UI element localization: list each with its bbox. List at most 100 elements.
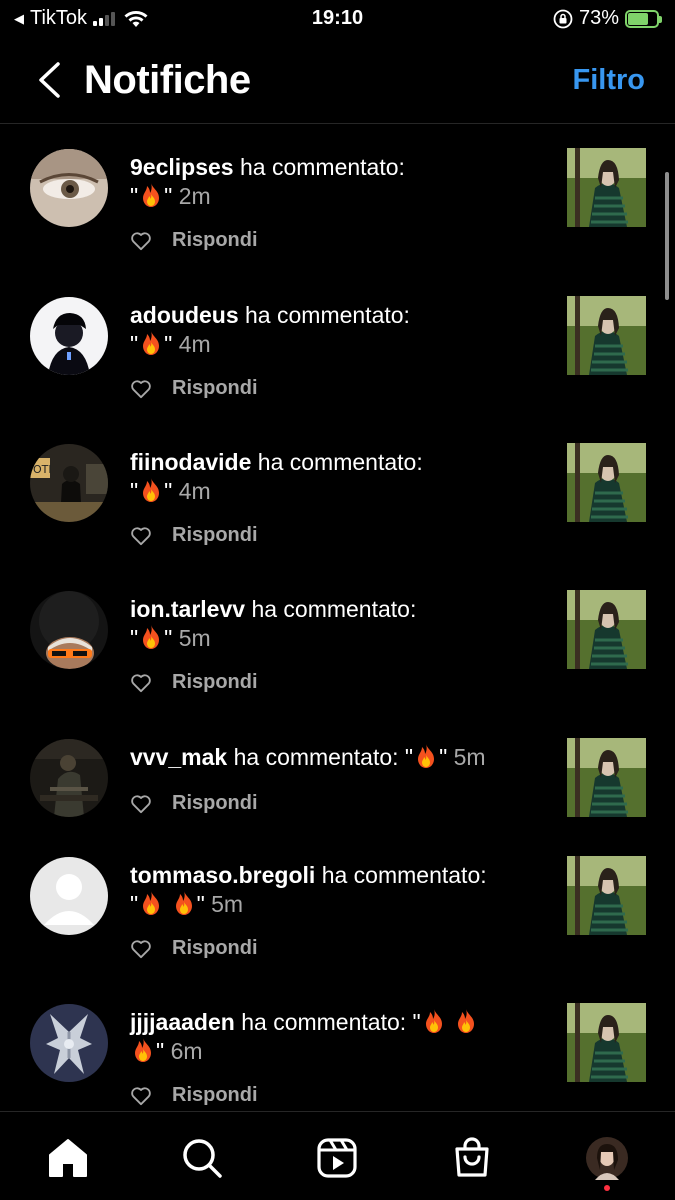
action-text: ha commentato:	[321, 862, 487, 888]
status-bar-right: 73%	[553, 7, 662, 30]
comment-open-quote: "	[404, 744, 414, 770]
heart-icon[interactable]	[130, 526, 152, 546]
nav-profile[interactable]	[583, 1134, 631, 1182]
nav-shop[interactable]	[448, 1134, 496, 1182]
timestamp: 4m	[178, 331, 211, 357]
username[interactable]: jjjjaaaden	[130, 1009, 235, 1035]
battery-percent: 73%	[578, 7, 619, 29]
nav-search[interactable]	[178, 1134, 226, 1182]
comment-close-quote: "	[156, 1038, 165, 1064]
reels-icon	[317, 1138, 357, 1178]
notification-text: adoudeus ha commentato: " " 4m	[130, 301, 550, 359]
post-thumbnail[interactable]	[567, 443, 646, 522]
avatar[interactable]	[30, 857, 108, 935]
comment-close-quote: "	[439, 744, 448, 770]
comment-open-quote: "	[130, 625, 139, 651]
heart-icon[interactable]	[130, 939, 152, 959]
nav-reels[interactable]	[313, 1134, 361, 1182]
header: Notifiche Filtro	[0, 48, 675, 124]
notification-text: vvv_mak ha commentato: " " 5m	[130, 743, 560, 772]
heart-icon[interactable]	[130, 794, 152, 814]
post-thumbnail[interactable]	[567, 856, 646, 935]
fire-emoji-icon	[138, 477, 164, 503]
avatar[interactable]: OTI	[30, 444, 108, 522]
comment-close-quote: "	[164, 331, 173, 357]
reply-button[interactable]: Rispondi	[172, 524, 258, 547]
reply-button[interactable]: Rispondi	[172, 229, 258, 252]
orientation-lock-icon	[553, 9, 573, 28]
avatar[interactable]	[30, 149, 108, 227]
back-arrow-icon[interactable]	[32, 58, 72, 102]
profile-notification-dot	[604, 1185, 610, 1191]
post-thumbnail[interactable]	[567, 1003, 646, 1082]
home-icon	[49, 1139, 87, 1177]
svg-text:OTI: OTI	[33, 463, 52, 476]
action-text: ha commentato:	[251, 596, 417, 622]
reply-button[interactable]: Rispondi	[172, 937, 258, 960]
reply-button[interactable]: Rispondi	[172, 377, 258, 400]
notification-text: 9eclipses ha commentato: " " 2m	[130, 153, 550, 211]
filter-button[interactable]: Filtro	[573, 64, 646, 97]
comment-close-quote: "	[196, 891, 205, 917]
post-thumbnail[interactable]	[567, 738, 646, 817]
notifications-list[interactable]: 9eclipses ha commentato: " " 2m Rispondi …	[0, 126, 675, 1111]
username[interactable]: 9eclipses	[130, 154, 234, 180]
comment-actions: Rispondi	[130, 524, 258, 547]
notification-text: tommaso.bregoli ha commentato: " " 5m	[130, 861, 550, 919]
scrollbar[interactable]	[665, 172, 669, 300]
comment-actions: Rispondi	[130, 1084, 258, 1107]
avatar[interactable]	[30, 591, 108, 669]
battery-icon	[625, 9, 662, 28]
nav-home[interactable]	[44, 1134, 92, 1182]
action-text: ha commentato:	[257, 449, 423, 475]
timestamp: 6m	[170, 1038, 203, 1064]
bottom-nav	[0, 1111, 675, 1200]
username[interactable]: adoudeus	[130, 302, 239, 328]
post-thumbnail[interactable]	[567, 148, 646, 227]
action-text: ha commentato:	[245, 302, 410, 328]
comment-close-quote: "	[164, 625, 173, 651]
heart-icon[interactable]	[130, 1086, 152, 1106]
notification-text: ion.tarlevv ha commentato: " " 5m	[130, 595, 550, 653]
avatar[interactable]	[30, 1004, 108, 1082]
username[interactable]: tommaso.bregoli	[130, 862, 315, 888]
avatar[interactable]	[30, 297, 108, 375]
comment-close-quote: "	[164, 183, 173, 209]
comment-actions: Rispondi	[130, 377, 258, 400]
fire-emoji-icon	[138, 624, 164, 650]
heart-icon[interactable]	[130, 379, 152, 399]
battery-level-fill	[628, 12, 649, 25]
reply-button[interactable]: Rispondi	[172, 1084, 258, 1107]
reply-button[interactable]: Rispondi	[172, 671, 258, 694]
fire-emoji-icon	[171, 890, 197, 916]
fire-emoji-icon	[138, 330, 164, 356]
profile-avatar	[586, 1137, 628, 1180]
comment-actions: Rispondi	[130, 792, 258, 815]
page-title: Notifiche	[84, 58, 251, 102]
username[interactable]: fiinodavide	[130, 449, 251, 475]
comment-actions: Rispondi	[130, 937, 258, 960]
post-thumbnail[interactable]	[567, 296, 646, 375]
timestamp: 5m	[453, 744, 486, 770]
fire-emoji-icon	[413, 743, 439, 769]
comment-open-quote: "	[412, 1009, 421, 1035]
heart-icon[interactable]	[130, 673, 152, 693]
timestamp: 5m	[178, 625, 211, 651]
fire-emoji-icon	[421, 1008, 447, 1034]
timestamp: 4m	[178, 478, 211, 504]
search-icon	[183, 1139, 222, 1178]
username[interactable]: ion.tarlevv	[130, 596, 245, 622]
avatar[interactable]	[30, 739, 108, 817]
comment-actions: Rispondi	[130, 229, 258, 252]
reply-button[interactable]: Rispondi	[172, 792, 258, 815]
status-bar: ◀ TikTok 19:10 73%	[0, 0, 675, 40]
comment-open-quote: "	[130, 478, 139, 504]
timestamp: 5m	[211, 891, 244, 917]
post-thumbnail[interactable]	[567, 590, 646, 669]
username[interactable]: vvv_mak	[130, 744, 227, 770]
fire-emoji-icon	[138, 890, 164, 916]
action-text: ha commentato:	[241, 1009, 407, 1035]
shop-icon	[455, 1137, 489, 1177]
heart-icon[interactable]	[130, 231, 152, 251]
fire-emoji-icon	[453, 1008, 479, 1034]
